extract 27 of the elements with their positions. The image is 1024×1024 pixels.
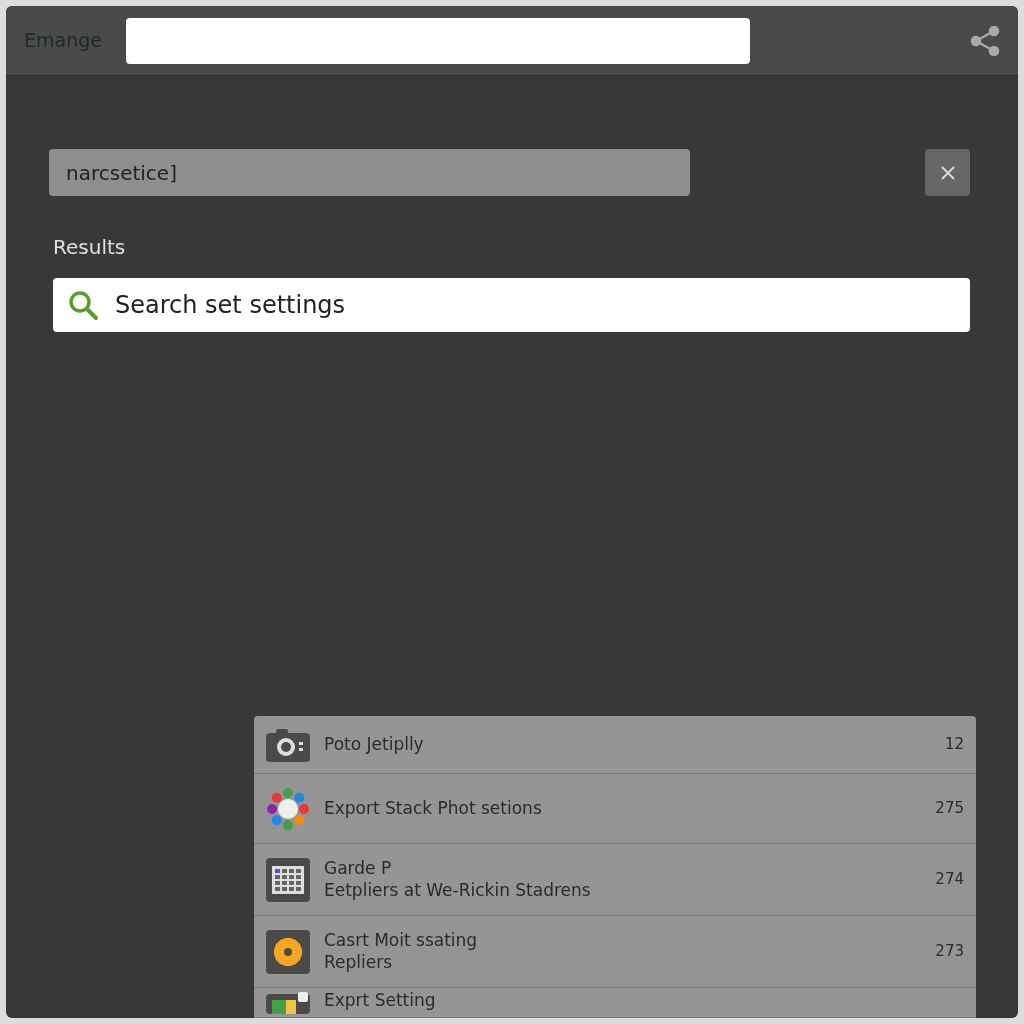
search-field[interactable] bbox=[125, 17, 750, 64]
result-subtitle: Repliers bbox=[324, 951, 394, 973]
color-wheel-icon bbox=[266, 786, 310, 831]
camera-icon bbox=[266, 727, 310, 762]
close-icon bbox=[940, 165, 955, 180]
result-subtitle: Eetpliers at We-Rickin Stadrens bbox=[324, 879, 592, 901]
search-icon bbox=[67, 289, 99, 321]
result-row[interactable]: Garde P Eetpliers at We-Rickin Stadrens 274 bbox=[254, 844, 976, 916]
grid-icon bbox=[266, 857, 310, 902]
result-title: Export Stack Phot setions bbox=[324, 797, 543, 820]
result-row[interactable]: Exprt Setting bbox=[254, 988, 976, 1018]
share-icon[interactable] bbox=[970, 25, 1000, 56]
result-count: 275 bbox=[935, 798, 964, 820]
result-row[interactable]: Poto Jetiplly 12 bbox=[254, 716, 976, 774]
result-row[interactable]: Export Stack Phot setions 275 bbox=[254, 774, 976, 844]
result-count: 274 bbox=[935, 869, 964, 891]
result-row[interactable]: Casrt Moit ssating Repliers 273 bbox=[254, 916, 976, 988]
result-title: Garde P bbox=[324, 858, 393, 880]
result-title: Exprt Setting bbox=[324, 990, 437, 1012]
result-count: 273 bbox=[935, 941, 964, 963]
results-heading: Results bbox=[53, 234, 127, 261]
result-title: Poto Jetiplly bbox=[324, 733, 425, 756]
result-count: 12 bbox=[944, 734, 964, 756]
settings-search-field[interactable]: Search set settings bbox=[53, 278, 970, 332]
close-button[interactable] bbox=[925, 149, 970, 196]
result-title: Casrt Moit ssating bbox=[324, 930, 479, 952]
query-field[interactable]: narcsetice] bbox=[49, 149, 690, 196]
